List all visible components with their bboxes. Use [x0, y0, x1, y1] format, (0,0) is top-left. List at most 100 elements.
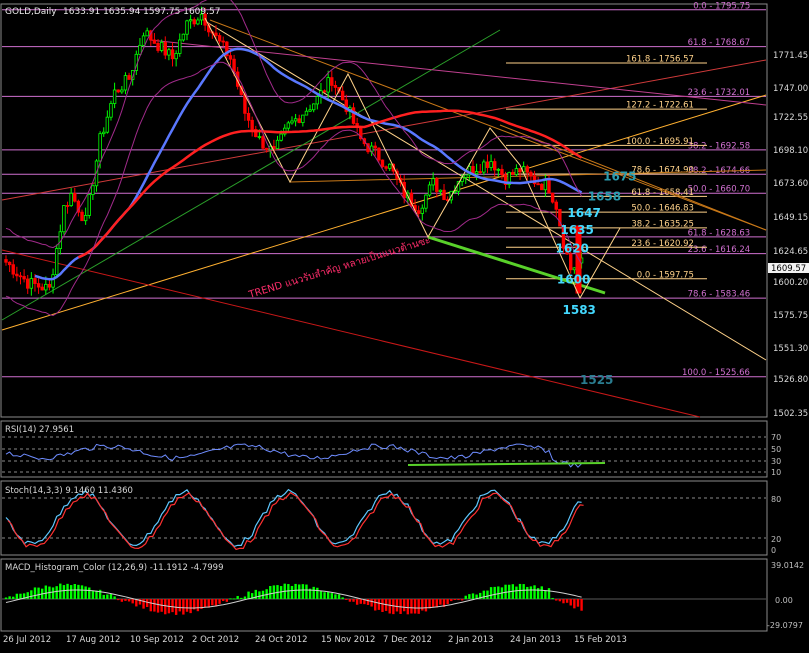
candle-body — [301, 114, 305, 123]
macd-histogram-bar — [453, 599, 457, 600]
candle-body — [442, 189, 446, 201]
macd-histogram-bar — [240, 597, 243, 599]
macd-histogram-bar — [457, 599, 460, 601]
candle-body — [511, 171, 515, 175]
macd-histogram-bar — [431, 599, 435, 608]
fib-label-main: 61.8 - 1768.67 — [688, 38, 751, 48]
macd-histogram-bar — [551, 597, 554, 599]
macd-histogram-bar — [417, 599, 420, 614]
fib-label-short: 127.2 - 1722.61 — [626, 101, 694, 111]
macd-histogram-bar — [80, 585, 84, 599]
macd-histogram-bar — [178, 599, 181, 612]
candle-body — [536, 183, 540, 186]
macd-histogram-bar — [225, 599, 229, 602]
fib-label-short: 50.0 - 1646.83 — [631, 204, 694, 214]
candle-body — [373, 145, 377, 149]
macd-histogram-bar — [348, 599, 352, 602]
macd-level-zero: 0.00 — [775, 596, 793, 605]
macd-histogram-bar — [345, 599, 348, 600]
symbol-label: GOLD,Daily — [5, 7, 57, 17]
candle-body — [228, 55, 233, 60]
macd-histogram-bar — [91, 590, 95, 599]
macd-histogram-bar — [355, 599, 359, 605]
macd-histogram-bar — [424, 599, 428, 612]
candle-body — [105, 116, 110, 133]
rsi-level-50: 50 — [771, 445, 781, 454]
macd-histogram-bar — [392, 599, 395, 615]
candle-body — [156, 42, 160, 51]
macd-histogram-bar — [435, 599, 438, 608]
macd-histogram-bar — [95, 590, 98, 599]
macd-histogram-bar — [287, 584, 290, 599]
candle-body — [26, 278, 30, 289]
candle-body — [91, 185, 95, 196]
macd-histogram-bar — [55, 586, 58, 599]
macd-histogram-bar — [395, 599, 399, 612]
macd-histogram-bar — [497, 586, 500, 599]
macd-histogram-bar — [156, 599, 160, 613]
macd-histogram-bar — [164, 599, 167, 615]
macd-histogram-bar — [37, 587, 40, 599]
level-callout: 1525 — [580, 373, 613, 387]
fib-label-main: 78.6 - 1583.46 — [688, 290, 751, 300]
macd-histogram-bar — [77, 584, 80, 599]
candle-body — [420, 207, 424, 214]
price-tick-4: 1673.60 — [773, 179, 808, 189]
macd-histogram-bar — [44, 585, 48, 599]
macd-histogram-bar — [493, 586, 496, 599]
macd-histogram-bar — [109, 593, 113, 599]
macd-histogram-bar — [377, 599, 381, 610]
candle-body — [163, 41, 167, 56]
candle-body — [159, 41, 164, 51]
macd-histogram-bar — [120, 599, 124, 602]
fib-label-main: 61.8 - 1628.63 — [688, 228, 751, 238]
macd-histogram-bar — [294, 583, 297, 599]
chart-canvas: 0.0 - 1795.75 61.8 - 1768.67 23.6 - 1732.0… — [0, 0, 809, 649]
macd-histogram-bar — [468, 594, 471, 599]
candle-body — [569, 253, 573, 271]
macd-histogram-bar — [211, 599, 214, 606]
candle-body — [29, 278, 34, 289]
level-callout: 1658 — [588, 190, 621, 204]
macd-histogram-bar — [439, 599, 442, 605]
stoch-level-0: 0 — [771, 546, 776, 555]
candle-body — [15, 273, 19, 277]
fib-label-main: 23.6 - 1616.24 — [688, 245, 751, 255]
fib-label-main: 100.0 - 1525.66 — [682, 368, 750, 378]
macd-histogram-bar — [374, 599, 377, 611]
macd-histogram-bar — [562, 599, 565, 604]
date-label-7: 2 Jan 2013 — [448, 635, 494, 645]
macd-histogram-bar — [189, 599, 192, 614]
candle-body — [525, 166, 529, 173]
candle-body — [304, 110, 309, 116]
macd-histogram-bar — [515, 586, 518, 599]
level-callout: 1647 — [567, 206, 600, 220]
candle-body — [380, 159, 385, 168]
macd-histogram-bar — [145, 599, 149, 607]
fib-label-main: 38.2 - 1692.58 — [688, 141, 751, 151]
candle-body — [311, 103, 316, 111]
macd-histogram-bar — [330, 593, 333, 599]
candle-body — [196, 19, 200, 25]
rsi-level-30: 30 — [771, 457, 781, 466]
macd-histogram-bar — [258, 591, 261, 599]
candle-body — [36, 283, 41, 288]
candle-body — [178, 39, 182, 54]
current-price-value: 1609.57 — [771, 264, 806, 274]
macd-histogram-bar — [66, 583, 69, 599]
candle-body — [431, 178, 435, 186]
candle-body — [22, 276, 26, 280]
macd-histogram-bar — [482, 590, 486, 599]
date-label-3: 2 Oct 2012 — [192, 635, 239, 645]
candle-body — [518, 168, 522, 173]
macd-histogram-bar — [232, 598, 236, 600]
price-tick-3: 1698.10 — [773, 146, 808, 156]
macd-histogram-bar — [526, 586, 529, 599]
macd-histogram-bar — [464, 595, 467, 599]
macd-histogram-bar — [62, 585, 66, 599]
macd-histogram-bar — [4, 597, 8, 599]
macd-histogram-bar — [182, 599, 185, 615]
macd-histogram-bar — [222, 599, 225, 601]
candle-body — [514, 168, 519, 175]
macd-histogram-bar — [326, 591, 330, 599]
